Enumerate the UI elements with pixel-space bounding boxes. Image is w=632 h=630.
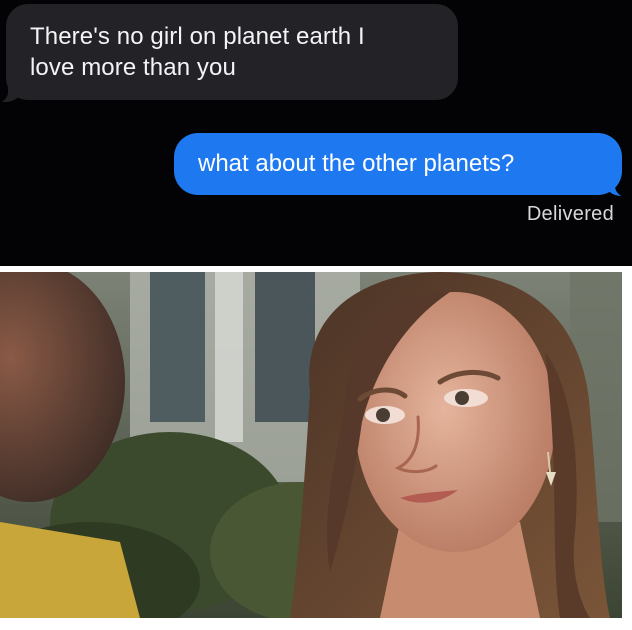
image-border-right — [622, 266, 632, 630]
image-border-bottom — [0, 618, 632, 630]
reaction-photo-image — [0, 272, 622, 618]
received-message-line-1: There's no girl on planet earth I — [30, 23, 365, 50]
sent-message-text: what about the other planets? — [198, 150, 515, 177]
sent-message-bubble[interactable]: what about the other planets? — [174, 133, 622, 195]
message-thread: There's no girl on planet earth I love m… — [0, 0, 632, 266]
delivery-status: Delivered — [526, 203, 614, 225]
received-message-line-2: love more than you — [30, 54, 236, 81]
received-message-bubble[interactable]: There's no girl on planet earth I love m… — [6, 4, 458, 100]
reaction-photo — [0, 272, 622, 618]
